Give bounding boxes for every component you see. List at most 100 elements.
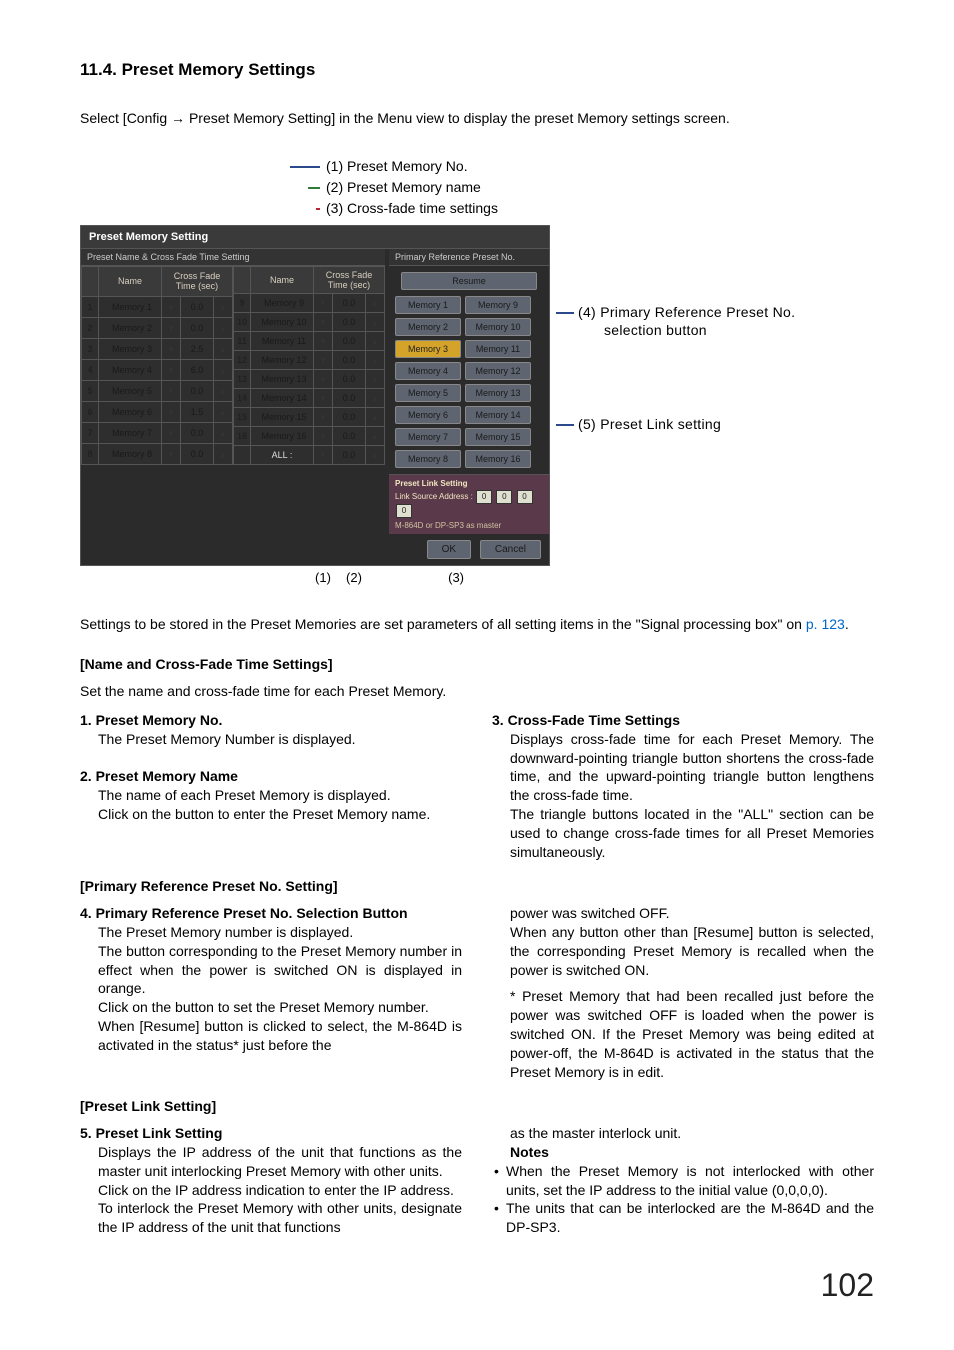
primary-memory-button[interactable]: Memory 2 — [395, 318, 461, 336]
item2-title: 2. Preset Memory Name — [80, 767, 462, 786]
ip-octet-3[interactable]: 0 — [396, 504, 412, 518]
page-link-123[interactable]: p. 123 — [806, 616, 845, 632]
item5-b1: Displays the IP address of the unit that… — [80, 1143, 462, 1181]
primary-memory-button[interactable]: Memory 7 — [395, 428, 461, 446]
para-storage: Settings to be stored in the Preset Memo… — [80, 615, 874, 634]
decrease-button[interactable] — [314, 332, 333, 351]
increase-button[interactable] — [366, 332, 385, 351]
increase-button[interactable] — [366, 351, 385, 370]
decrease-button[interactable] — [314, 427, 333, 446]
decrease-button[interactable] — [314, 370, 333, 389]
table-row: 14Memory 140.0 — [234, 389, 385, 408]
legend-line-2 — [308, 187, 320, 189]
decrease-button[interactable] — [314, 294, 333, 313]
memory-name-button[interactable]: Memory 9 — [251, 294, 314, 313]
ok-button[interactable]: OK — [427, 540, 471, 559]
primary-memory-button[interactable]: Memory 15 — [465, 428, 531, 446]
table-row: 12Memory 120.0 — [234, 351, 385, 370]
memory-number: 8 — [82, 443, 99, 464]
decrease-button[interactable] — [162, 317, 181, 338]
increase-button[interactable] — [214, 359, 233, 380]
memory-name-button[interactable]: Memory 6 — [99, 401, 162, 422]
primary-memory-button[interactable]: Memory 8 — [395, 450, 461, 468]
increase-button[interactable] — [214, 422, 233, 443]
memory-number: 10 — [234, 313, 251, 332]
table-row: 5Memory 50.0 — [82, 380, 233, 401]
ip-octet-0[interactable]: 0 — [476, 490, 492, 504]
cancel-button[interactable]: Cancel — [480, 540, 541, 559]
memory-name-button[interactable]: Memory 11 — [251, 332, 314, 351]
memory-name-button[interactable]: Memory 1 — [99, 296, 162, 317]
table-row: 8Memory 80.0 — [82, 443, 233, 464]
decrease-button[interactable] — [314, 408, 333, 427]
primary-memory-button[interactable]: Memory 16 — [465, 450, 531, 468]
resume-button[interactable]: Resume — [401, 272, 537, 290]
ip-octet-2[interactable]: 0 — [517, 490, 533, 504]
all-increase-button[interactable] — [366, 446, 385, 465]
increase-button[interactable] — [214, 401, 233, 422]
settings-panel: Preset Memory Setting Preset Name & Cros… — [80, 225, 550, 566]
item5-title: 5. Preset Link Setting — [80, 1124, 462, 1143]
memory-name-button[interactable]: Memory 3 — [99, 338, 162, 359]
increase-button[interactable] — [366, 427, 385, 446]
memory-name-button[interactable]: Memory 10 — [251, 313, 314, 332]
panel-subhead: Preset Name & Cross Fade Time Setting — [81, 249, 385, 266]
table-row: 16Memory 160.0 — [234, 427, 385, 446]
all-decrease-button[interactable] — [314, 446, 333, 465]
primary-memory-button[interactable]: Memory 10 — [465, 318, 531, 336]
primary-memory-button[interactable]: Memory 1 — [395, 296, 461, 314]
memory-name-button[interactable]: Memory 15 — [251, 408, 314, 427]
decrease-button[interactable] — [162, 338, 181, 359]
decrease-button[interactable] — [162, 359, 181, 380]
item4-b1: The Preset Memory number is displayed. — [80, 923, 462, 942]
memory-name-button[interactable]: Memory 2 — [99, 317, 162, 338]
link-title: Preset Link Setting — [395, 479, 543, 488]
memory-number: 15 — [234, 408, 251, 427]
increase-button[interactable] — [214, 296, 233, 317]
increase-button[interactable] — [214, 317, 233, 338]
decrease-button[interactable] — [162, 422, 181, 443]
table-row: 4Memory 46.0 — [82, 359, 233, 380]
primary-memory-button[interactable]: Memory 14 — [465, 406, 531, 424]
memory-number: 3 — [82, 338, 99, 359]
increase-button[interactable] — [366, 294, 385, 313]
decrease-button[interactable] — [314, 351, 333, 370]
primary-memory-button[interactable]: Memory 9 — [465, 296, 531, 314]
page-number: 102 — [80, 1267, 874, 1304]
increase-button[interactable] — [214, 443, 233, 464]
increase-button[interactable] — [366, 389, 385, 408]
primary-memory-button[interactable]: Memory 4 — [395, 362, 461, 380]
item4-b3: Click on the button to set the Preset Me… — [80, 998, 462, 1017]
primary-memory-button[interactable]: Memory 5 — [395, 384, 461, 402]
decrease-button[interactable] — [314, 313, 333, 332]
item3-title: 3. Cross-Fade Time Settings — [492, 711, 874, 730]
primary-memory-button[interactable]: Memory 12 — [465, 362, 531, 380]
cft-value: 0.0 — [181, 380, 214, 401]
decrease-button[interactable] — [314, 389, 333, 408]
increase-button[interactable] — [366, 370, 385, 389]
ip-octet-1[interactable]: 0 — [496, 490, 512, 504]
primary-memory-button[interactable]: Memory 13 — [465, 384, 531, 402]
increase-button[interactable] — [214, 338, 233, 359]
memory-name-button[interactable]: Memory 16 — [251, 427, 314, 446]
memory-name-button[interactable]: Memory 7 — [99, 422, 162, 443]
memory-name-button[interactable]: Memory 14 — [251, 389, 314, 408]
increase-button[interactable] — [214, 380, 233, 401]
memory-name-button[interactable]: Memory 5 — [99, 380, 162, 401]
decrease-button[interactable] — [162, 401, 181, 422]
link-label: Link Source Address : — [395, 492, 473, 501]
decrease-button[interactable] — [162, 296, 181, 317]
memory-name-button[interactable]: Memory 8 — [99, 443, 162, 464]
primary-memory-button[interactable]: Memory 6 — [395, 406, 461, 424]
col-cft: Cross Fade Time (sec) — [314, 267, 385, 294]
primary-memory-button[interactable]: Memory 11 — [465, 340, 531, 358]
primary-memory-button[interactable]: Memory 3 — [395, 340, 461, 358]
primary-buttons: Resume Memory 1Memory 9Memory 2Memory 10… — [389, 266, 549, 474]
decrease-button[interactable] — [162, 380, 181, 401]
increase-button[interactable] — [366, 408, 385, 427]
memory-name-button[interactable]: Memory 13 — [251, 370, 314, 389]
memory-name-button[interactable]: Memory 4 — [99, 359, 162, 380]
increase-button[interactable] — [366, 313, 385, 332]
memory-name-button[interactable]: Memory 12 — [251, 351, 314, 370]
decrease-button[interactable] — [162, 443, 181, 464]
